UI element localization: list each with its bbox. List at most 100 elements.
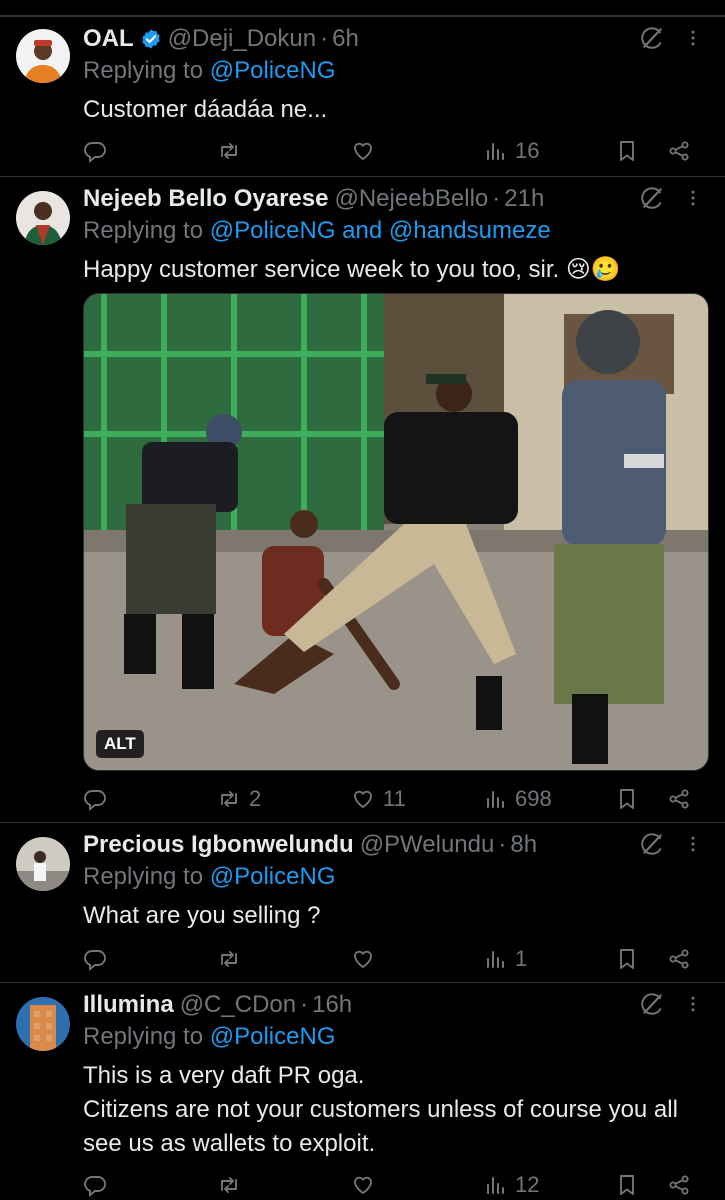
- separator-dot: ·: [320, 25, 329, 52]
- reply-button[interactable]: [83, 941, 115, 977]
- tweet-text: What are you selling ?: [83, 902, 321, 929]
- display-name[interactable]: Nejeeb Bello Oyarese: [83, 185, 328, 213]
- grok-icon[interactable]: [639, 991, 665, 1017]
- share-button[interactable]: [667, 941, 691, 977]
- tweet-text: Customer dáadáa ne...: [83, 96, 328, 123]
- separator-dot: ·: [498, 831, 507, 858]
- tweet-photo[interactable]: ALT: [83, 293, 709, 771]
- replying-prefix: Replying to: [83, 217, 204, 244]
- share-icon: [667, 787, 691, 811]
- separator-dot: ·: [492, 185, 501, 212]
- replying-and: and: [342, 217, 383, 244]
- grok-icon[interactable]: [639, 185, 665, 211]
- views-count: 12: [515, 1172, 540, 1197]
- bookmark-icon: [615, 787, 639, 811]
- timestamp[interactable]: 6h: [332, 25, 359, 53]
- replying-prefix: Replying to: [83, 1023, 204, 1050]
- like-button[interactable]: 11: [351, 781, 406, 817]
- repost-button[interactable]: [217, 133, 249, 169]
- photo-police-scene: [84, 294, 708, 770]
- repost-button[interactable]: 2: [217, 781, 261, 817]
- tweet-text: This is a very daft PR oga. Citizens are…: [83, 1059, 705, 1161]
- tweet-text-line: This is a very daft PR oga.: [83, 1062, 365, 1089]
- avatar[interactable]: [16, 837, 70, 891]
- reply-button[interactable]: [83, 1167, 115, 1200]
- views-button[interactable]: 1: [483, 941, 527, 977]
- repost-icon: [217, 947, 241, 971]
- reply-icon: [83, 947, 107, 971]
- repost-button[interactable]: [217, 941, 249, 977]
- more-icon[interactable]: [683, 25, 703, 51]
- mention-link[interactable]: @PoliceNG: [210, 863, 336, 890]
- bookmark-icon: [615, 139, 639, 163]
- share-button[interactable]: [667, 133, 691, 169]
- separator-dot: ·: [300, 991, 309, 1018]
- avatar[interactable]: [16, 29, 70, 83]
- bookmark-button[interactable]: [615, 133, 639, 169]
- views-button[interactable]: 12: [483, 1167, 539, 1200]
- display-name[interactable]: Illumina: [83, 991, 174, 1019]
- bookmark-button[interactable]: [615, 781, 639, 817]
- like-icon: [351, 947, 375, 971]
- like-button[interactable]: [351, 133, 383, 169]
- avatar[interactable]: [16, 191, 70, 245]
- share-button[interactable]: [667, 1167, 691, 1200]
- mention-link[interactable]: @handsumeze: [389, 217, 551, 244]
- views-button[interactable]: 698: [483, 781, 552, 817]
- repost-icon: [217, 139, 241, 163]
- bookmark-icon: [615, 947, 639, 971]
- handle[interactable]: @C_CDon: [180, 991, 296, 1019]
- repost-button[interactable]: [217, 1167, 249, 1200]
- share-icon: [667, 139, 691, 163]
- replying-to: Replying to @PoliceNG and @handsumeze: [83, 217, 551, 245]
- handle[interactable]: @NejeebBello: [334, 185, 488, 213]
- views-icon: [483, 947, 507, 971]
- like-count: 11: [383, 786, 406, 811]
- more-icon[interactable]: [683, 991, 703, 1017]
- mention-link[interactable]: @PoliceNG: [210, 217, 336, 244]
- like-button[interactable]: [351, 1167, 383, 1200]
- reply-button[interactable]: [83, 781, 115, 817]
- handle[interactable]: @Deji_Dokun: [168, 25, 316, 53]
- reply-button[interactable]: [83, 133, 115, 169]
- timestamp[interactable]: 8h: [510, 831, 537, 859]
- replying-to: Replying to @PoliceNG: [83, 1023, 335, 1051]
- avatar[interactable]: [16, 997, 70, 1051]
- replying-prefix: Replying to: [83, 57, 204, 84]
- views-count: 1: [515, 946, 528, 971]
- verified-badge-icon: [141, 29, 160, 49]
- like-icon: [351, 1173, 375, 1197]
- more-icon[interactable]: [683, 185, 703, 211]
- share-button[interactable]: [667, 781, 691, 817]
- display-name[interactable]: OAL: [83, 25, 134, 53]
- bookmark-button[interactable]: [615, 941, 639, 977]
- display-name[interactable]: Precious Igbonwelundu: [83, 831, 354, 859]
- bookmark-button[interactable]: [615, 1167, 639, 1200]
- action-bar: 2 11 698: [83, 781, 705, 817]
- alt-text-badge[interactable]: ALT: [96, 730, 144, 758]
- views-button[interactable]: 16: [483, 133, 539, 169]
- mention-link[interactable]: @PoliceNG: [210, 1023, 336, 1050]
- reply-tweet[interactable]: Illumina @C_CDon · 16h Replying to @Poli…: [0, 982, 725, 1200]
- repost-icon: [217, 1173, 241, 1197]
- views-icon: [483, 139, 507, 163]
- grok-icon[interactable]: [639, 831, 665, 857]
- grok-icon[interactable]: [639, 25, 665, 51]
- like-icon: [351, 139, 375, 163]
- reply-tweet[interactable]: Precious Igbonwelundu @PWelundu · 8h Rep…: [0, 822, 725, 982]
- share-icon: [667, 1173, 691, 1197]
- more-icon[interactable]: [683, 831, 703, 857]
- replying-prefix: Replying to: [83, 863, 204, 890]
- top-divider: [0, 0, 725, 16]
- repost-count: 2: [249, 786, 262, 811]
- timestamp[interactable]: 16h: [312, 991, 352, 1019]
- replying-to: Replying to @PoliceNG: [83, 57, 335, 85]
- like-icon: [351, 787, 375, 811]
- views-count: 698: [515, 786, 552, 811]
- mention-link[interactable]: @PoliceNG: [210, 57, 336, 84]
- reply-tweet[interactable]: Nejeeb Bello Oyarese @NejeebBello · 21h …: [0, 176, 725, 822]
- timestamp[interactable]: 21h: [504, 185, 544, 213]
- like-button[interactable]: [351, 941, 383, 977]
- handle[interactable]: @PWelundu: [360, 831, 495, 859]
- reply-tweet[interactable]: OAL @Deji_Dokun · 6h Replying to @Police…: [0, 16, 725, 176]
